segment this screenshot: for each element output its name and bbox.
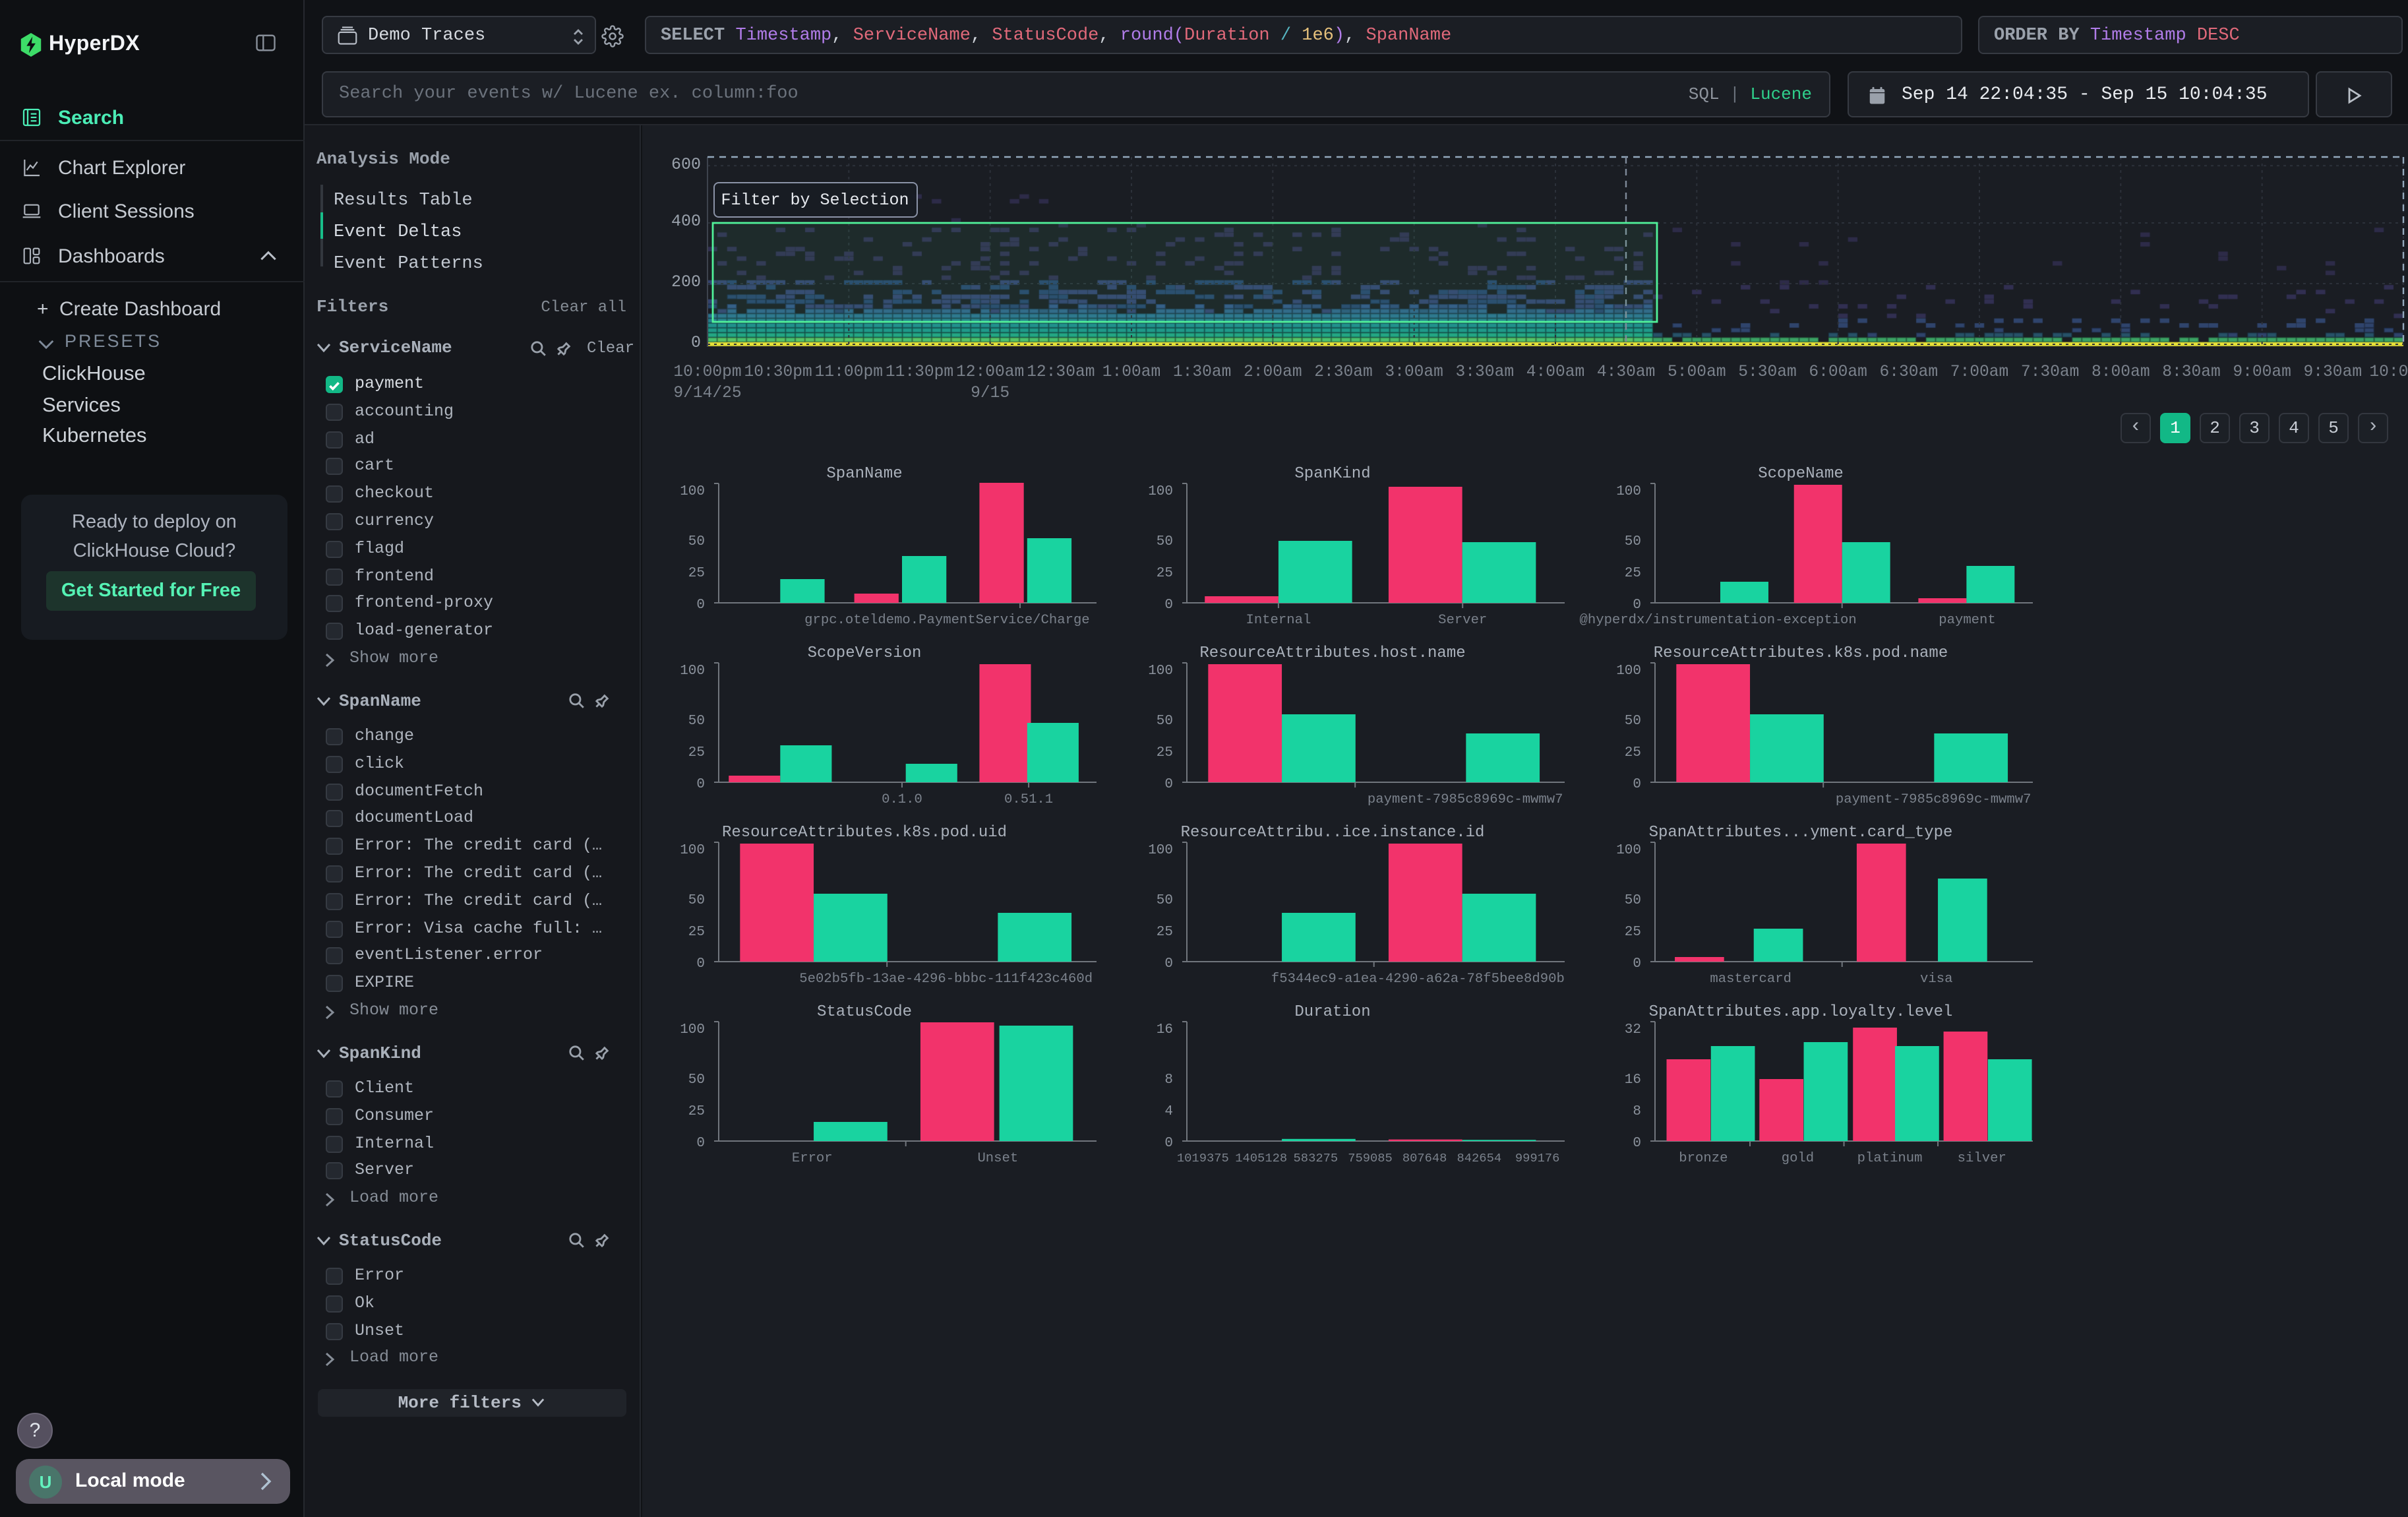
svg-text:0.1.0: 0.1.0: [882, 792, 922, 807]
svg-text:5e02b5fb-13ae-4296-bbbc-111f42: 5e02b5fb-13ae-4296-bbbc-111f423c460d: [799, 972, 1093, 987]
svg-text:50: 50: [1625, 714, 1641, 729]
svg-text:ScopeVersion: ScopeVersion: [808, 644, 922, 662]
svg-text:platinum: platinum: [1857, 1151, 1923, 1166]
svg-text:100: 100: [1616, 843, 1641, 858]
svg-text:0: 0: [696, 956, 705, 972]
svg-text:0: 0: [696, 1136, 705, 1151]
svg-text:Error: Error: [792, 1151, 833, 1166]
svg-text:25: 25: [1625, 925, 1641, 940]
svg-text:25: 25: [1157, 745, 1173, 760]
svg-text:25: 25: [1625, 566, 1641, 581]
svg-text:100: 100: [680, 664, 705, 679]
svg-text:100: 100: [680, 484, 705, 499]
svg-text:@hyperdx/instrumentation-excep: @hyperdx/instrumentation-exception: [1580, 613, 1857, 628]
svg-text:ScopeName: ScopeName: [1758, 465, 1844, 483]
svg-text:silver: silver: [1958, 1151, 2006, 1166]
svg-text:25: 25: [688, 745, 705, 760]
svg-text:32: 32: [1625, 1022, 1641, 1037]
svg-text:50: 50: [688, 714, 705, 729]
svg-text:ResourceAttributes.host.name: ResourceAttributes.host.name: [1199, 644, 1465, 662]
svg-text:ResourceAttribu..ice.instance.: ResourceAttribu..ice.instance.id: [1181, 824, 1485, 842]
svg-text:25: 25: [1157, 566, 1173, 581]
svg-text:0: 0: [1633, 598, 1641, 613]
svg-text:visa: visa: [1920, 972, 1952, 987]
svg-text:583275: 583275: [1294, 1151, 1339, 1165]
svg-text:StatusCode: StatusCode: [817, 1003, 912, 1021]
svg-text:1019375: 1019375: [1177, 1151, 1229, 1165]
svg-text:50: 50: [1625, 893, 1641, 908]
svg-text:100: 100: [1148, 843, 1173, 858]
svg-text:25: 25: [1625, 745, 1641, 760]
svg-text:25: 25: [688, 925, 705, 940]
svg-text:100: 100: [1616, 664, 1641, 679]
svg-text:0: 0: [696, 598, 705, 613]
svg-text:1405128: 1405128: [1235, 1151, 1287, 1165]
svg-text:payment-7985c8969c-mwmw7: payment-7985c8969c-mwmw7: [1368, 792, 1563, 807]
svg-text:100: 100: [680, 843, 705, 858]
svg-text:0: 0: [1164, 598, 1173, 613]
svg-text:50: 50: [1157, 714, 1173, 729]
svg-text:Internal: Internal: [1246, 613, 1311, 628]
svg-text:16: 16: [1625, 1072, 1641, 1088]
svg-text:25: 25: [1157, 925, 1173, 940]
svg-text:8: 8: [1164, 1072, 1173, 1088]
svg-text:0: 0: [1633, 777, 1641, 792]
svg-text:100: 100: [1148, 664, 1173, 679]
svg-text:0: 0: [1164, 1136, 1173, 1151]
svg-text:50: 50: [1625, 534, 1641, 549]
svg-text:8: 8: [1633, 1104, 1641, 1119]
svg-text:759085: 759085: [1348, 1151, 1393, 1165]
svg-text:0.51.1: 0.51.1: [1004, 792, 1053, 807]
svg-text:ResourceAttributes.k8s.pod.nam: ResourceAttributes.k8s.pod.name: [1654, 644, 1948, 662]
svg-text:25: 25: [688, 566, 705, 581]
svg-text:mastercard: mastercard: [1710, 972, 1791, 987]
svg-text:50: 50: [1157, 534, 1173, 549]
svg-text:100: 100: [680, 1022, 705, 1037]
svg-text:100: 100: [1616, 484, 1641, 499]
svg-text:Duration: Duration: [1294, 1003, 1370, 1021]
svg-text:0: 0: [1633, 1136, 1641, 1151]
svg-text:grpc.oteldemo.PaymentService/C: grpc.oteldemo.PaymentService/Charge: [804, 613, 1090, 628]
svg-text:SpanAttributes.app.loyalty.lev: SpanAttributes.app.loyalty.level: [1649, 1003, 1953, 1021]
svg-text:100: 100: [1148, 484, 1173, 499]
svg-text:50: 50: [688, 534, 705, 549]
svg-text:SpanName: SpanName: [826, 465, 902, 483]
svg-text:SpanKind: SpanKind: [1294, 465, 1370, 483]
svg-text:0: 0: [1164, 956, 1173, 972]
svg-text:bronze: bronze: [1679, 1151, 1728, 1166]
svg-text:f5344ec9-a1ea-4290-a62a-78f5be: f5344ec9-a1ea-4290-a62a-78f5bee8d90b: [1271, 972, 1565, 987]
svg-text:payment: payment: [1939, 613, 1996, 628]
svg-text:16: 16: [1157, 1022, 1173, 1037]
svg-text:50: 50: [688, 893, 705, 908]
svg-text:0: 0: [1633, 956, 1641, 972]
svg-text:ResourceAttributes.k8s.pod.uid: ResourceAttributes.k8s.pod.uid: [722, 824, 1007, 842]
svg-text:gold: gold: [1782, 1151, 1814, 1166]
svg-text:4: 4: [1164, 1104, 1173, 1119]
svg-text:999176: 999176: [1515, 1151, 1560, 1165]
svg-text:SpanAttributes...yment.card_ty: SpanAttributes...yment.card_type: [1649, 824, 1953, 842]
svg-text:50: 50: [1157, 893, 1173, 908]
svg-text:842654: 842654: [1457, 1151, 1501, 1165]
svg-text:807648: 807648: [1402, 1151, 1447, 1165]
svg-text:Server: Server: [1438, 613, 1487, 628]
svg-text:0: 0: [1164, 777, 1173, 792]
svg-text:50: 50: [688, 1072, 705, 1088]
svg-text:payment-7985c8969c-mwmw7: payment-7985c8969c-mwmw7: [1836, 792, 2032, 807]
svg-text:0: 0: [696, 777, 705, 792]
svg-text:25: 25: [688, 1104, 705, 1119]
svg-text:Unset: Unset: [977, 1151, 1018, 1166]
